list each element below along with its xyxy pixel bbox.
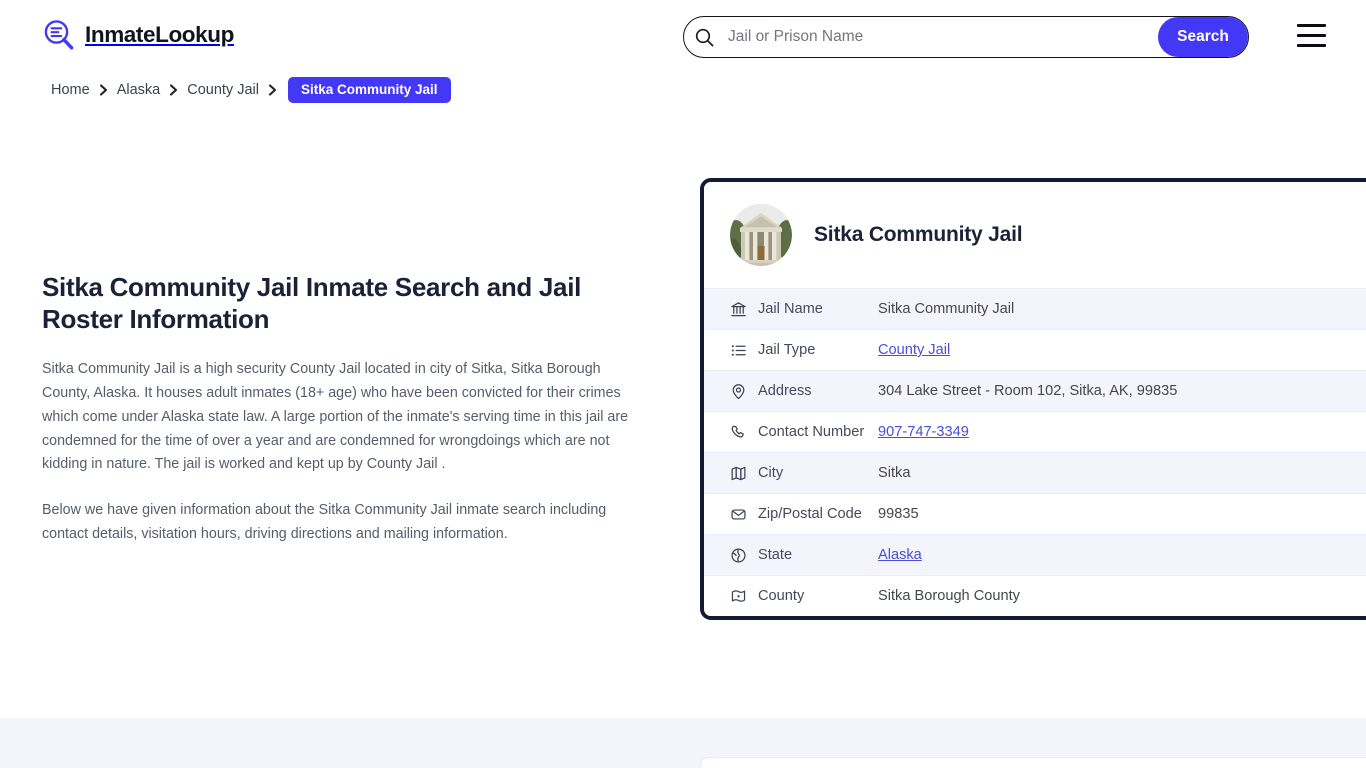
globe-icon	[730, 547, 758, 564]
chevron-right-icon	[268, 84, 277, 96]
hamburger-bar	[1297, 24, 1326, 28]
search-button[interactable]: Search	[1158, 17, 1248, 57]
description-paragraph-1: Sitka Community Jail is a high security …	[42, 360, 629, 473]
table-row: Contact Number 907-747-3349	[704, 411, 1366, 452]
row-value: Sitka Borough County	[878, 588, 1020, 604]
envelope-icon	[730, 506, 758, 523]
table-row: State Alaska	[704, 534, 1366, 575]
breadcrumb: Home Alaska County Jail Sitka Community …	[51, 77, 451, 103]
row-label: Jail Type	[758, 342, 816, 358]
row-label: City	[758, 465, 784, 481]
page-title: Sitka Community Jail Inmate Search and J…	[42, 272, 582, 334]
breadcrumb-item-home[interactable]: Home	[51, 82, 90, 98]
table-row: Zip/Postal Code 99835	[704, 493, 1366, 534]
row-label: Address	[758, 383, 812, 399]
main-content: Sitka Community Jail Inmate Search and J…	[42, 272, 642, 569]
row-label: Jail Name	[758, 301, 823, 317]
region-map-icon	[730, 588, 758, 605]
table-row: Jail Name Sitka Community Jail	[704, 288, 1366, 329]
brand-name: InmateLookup	[85, 22, 234, 47]
magnifier-list-icon	[42, 18, 76, 52]
jail-info-card-title: Sitka Community Jail	[814, 223, 1023, 246]
phone-icon	[730, 424, 758, 441]
row-value: 304 Lake Street - Room 102, Sitka, AK, 9…	[878, 383, 1178, 399]
row-value-link[interactable]: 907-747-3349	[878, 424, 969, 440]
row-value: Sitka	[878, 465, 911, 481]
breadcrumb-item-current: Sitka Community Jail	[287, 77, 451, 103]
row-value-link[interactable]: County Jail	[878, 342, 950, 358]
bottom-section-card	[700, 757, 1366, 768]
bank-building-icon	[730, 301, 758, 318]
hamburger-bar	[1297, 33, 1326, 38]
chevron-right-icon	[169, 84, 178, 96]
jail-info-card: Sitka Community Jail Jail Name Sitka Com…	[700, 178, 1366, 620]
table-row: County Sitka Borough County	[704, 575, 1366, 616]
site-logo[interactable]: InmateLookup	[42, 18, 234, 52]
search-bar[interactable]: Search	[683, 16, 1249, 58]
row-label: Zip/Postal Code	[758, 506, 862, 522]
table-row: Address 304 Lake Street - Room 102, Sitk…	[704, 370, 1366, 411]
row-value: Sitka Community Jail	[878, 301, 1015, 317]
description-paragraph-2: Below we have given information about th…	[42, 502, 607, 543]
hamburger-menu-icon[interactable]	[1297, 24, 1326, 47]
site-header: InmateLookup Search	[0, 0, 1366, 74]
jail-info-card-header: Sitka Community Jail	[704, 182, 1366, 288]
row-value: 99835	[878, 506, 919, 522]
map-pin-icon	[730, 383, 758, 400]
search-input[interactable]	[724, 17, 1159, 57]
hamburger-bar	[1297, 43, 1326, 47]
table-row: City Sitka	[704, 452, 1366, 493]
jail-building-photo	[730, 204, 792, 266]
search-icon	[684, 17, 724, 57]
chevron-right-icon	[99, 84, 108, 96]
breadcrumb-item-county-jail[interactable]: County Jail	[187, 82, 259, 98]
row-label: County	[758, 588, 805, 604]
row-label: Contact Number	[758, 424, 865, 440]
table-row: Jail Type County Jail	[704, 329, 1366, 370]
breadcrumb-item-alaska[interactable]: Alaska	[117, 82, 161, 98]
row-value-link[interactable]: Alaska	[878, 547, 922, 563]
list-icon	[730, 342, 758, 359]
map-folded-icon	[730, 465, 758, 482]
row-label: State	[758, 547, 793, 563]
